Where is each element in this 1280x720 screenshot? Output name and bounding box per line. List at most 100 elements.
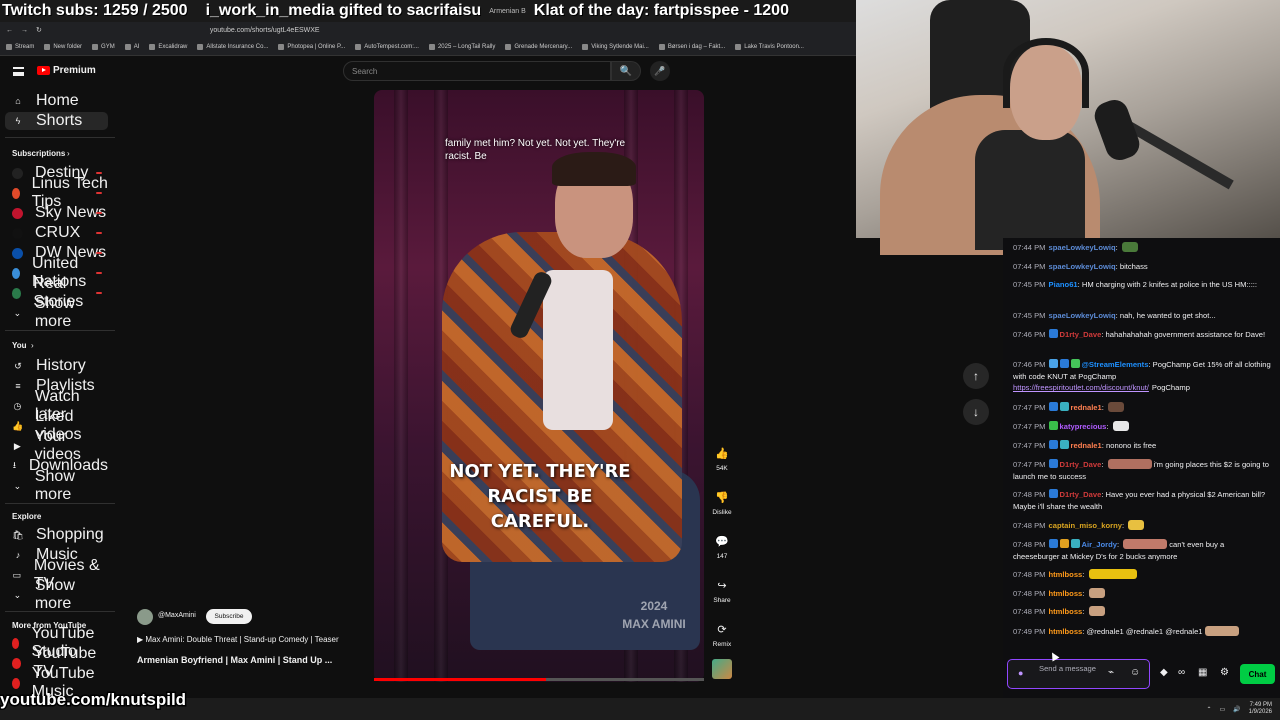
bookmark-item[interactable]: Allstate Insurance Co...	[197, 43, 268, 50]
you-header[interactable]: You	[12, 341, 27, 350]
back-icon[interactable]: ←	[6, 27, 13, 34]
bookmark-item[interactable]: Stream	[6, 43, 34, 50]
chat-username[interactable]: captain_miso_korny	[1049, 521, 1122, 530]
chevron-right-icon[interactable]: ›	[31, 341, 34, 350]
bookmark-label: GYM	[101, 43, 115, 50]
voice-search-button[interactable]: 🎤	[650, 61, 670, 81]
bookmark-item[interactable]: Photopea | Online P...	[278, 43, 345, 50]
chat-username[interactable]: htmlboss	[1049, 607, 1083, 616]
youtube-logo[interactable]: Premium	[37, 65, 96, 76]
link-icon[interactable]: ∞	[1178, 667, 1185, 678]
sidebar-item-crux[interactable]: CRUX	[5, 224, 108, 242]
share-button[interactable]: ↪ Share	[707, 575, 737, 605]
bits-icon[interactable]: ◆	[1160, 667, 1168, 678]
chat-username[interactable]: Air_Jordy	[1082, 540, 1117, 549]
stream-overlay-top: Twitch subs: 1259 / 2500 i_work_in_media…	[0, 0, 856, 22]
chat-username[interactable]: rednale1	[1071, 403, 1102, 412]
bookmark-item[interactable]: Viking Sytlende Mai...	[582, 43, 649, 50]
chat-username[interactable]: Piano61	[1049, 280, 1078, 289]
chat-link[interactable]: https://freespiritoutlet.com/discount/kn…	[1013, 383, 1149, 392]
video-title[interactable]: Armenian Boyfriend | Max Amini | Stand U…	[137, 655, 332, 665]
translate-icon[interactable]: ⌁	[1108, 667, 1114, 678]
chat-message: 07:46 PM D1rty_Dave: hahahahahah governme…	[1013, 329, 1271, 341]
remix-sound-thumbnail[interactable]	[712, 659, 732, 679]
taskbar-clock[interactable]: 7:49 PM 1/9/2026	[1249, 702, 1272, 716]
sidebar-item-linus-tech-tips[interactable]: Linus Tech Tips	[5, 175, 108, 210]
remix-button[interactable]: ⟳ Remix	[707, 619, 737, 649]
menu-icon[interactable]	[13, 67, 24, 76]
network-icon[interactable]: ▭	[1219, 706, 1225, 713]
subscriptions-header[interactable]: Subscriptions	[12, 149, 65, 158]
chat-username[interactable]: spaeLowkeyLowiq	[1049, 262, 1116, 271]
chat-username[interactable]: @StreamElements	[1082, 360, 1149, 369]
chat-timestamp: 07:47 PM	[1013, 460, 1046, 469]
bookmark-item[interactable]: Børsen i dag – Fakt...	[658, 43, 725, 50]
sidebar-item-shorts[interactable]: ϟ Shorts	[5, 112, 108, 130]
chat-username[interactable]: htmlboss	[1049, 627, 1083, 636]
chat-username[interactable]: D1rty_Dave	[1060, 490, 1102, 499]
browser-address-bar[interactable]: ← → ↻ youtube.com/shorts/ugtL4eESWXE	[0, 22, 856, 38]
search-button[interactable]: 🔍	[611, 61, 641, 81]
bookmark-item[interactable]: Grenade Mercenary...	[505, 43, 573, 50]
bookmark-label: Excalidraw	[158, 43, 188, 50]
sidebar-item-sky-news[interactable]: Sky News	[5, 204, 108, 222]
sidebar-item-show-more[interactable]: ⌄ Show more	[5, 295, 108, 330]
chat-message: 07:47 PM D1rty_Dave: i'm going places thi…	[1013, 459, 1271, 482]
user-badge-icon	[1048, 421, 1058, 430]
chat-username[interactable]: rednale1	[1071, 441, 1102, 450]
search-input[interactable]: Search	[343, 61, 611, 81]
bookmark-item[interactable]: New folder	[44, 43, 82, 50]
bookmark-icon	[582, 43, 589, 50]
sidebar-item-shopping[interactable]: 🛍 Shopping	[5, 526, 108, 544]
video-watermark: 2024 MAX AMINI	[622, 597, 686, 633]
chat-emote	[1108, 402, 1124, 412]
gift-icon[interactable]: ▦	[1198, 667, 1207, 678]
sidebar-item-youtube-music[interactable]: YouTube Music	[5, 665, 108, 700]
sidebar-item-your-videos[interactable]: ▶ Your videos	[5, 428, 108, 463]
chat-username[interactable]: htmlboss	[1049, 570, 1083, 579]
playlist-link[interactable]: ▶ Max Amini: Double Threat | Stand-up Co…	[137, 635, 339, 644]
channel-avatar[interactable]	[137, 609, 153, 625]
next-short-button[interactable]: ↓	[963, 399, 989, 425]
video-progress-bar[interactable]	[374, 678, 704, 681]
sidebar-item-show-more[interactable]: ⌄ Show more	[5, 577, 108, 612]
chevron-right-icon[interactable]: ›	[67, 149, 70, 158]
arrow-up-icon: ↑	[973, 369, 979, 383]
bookmark-item[interactable]: GYM	[92, 43, 115, 50]
bookmark-item[interactable]: Lake Travis Pontoon...	[735, 43, 804, 50]
channel-name[interactable]: @MaxAmini	[158, 612, 196, 619]
chat-username[interactable]: D1rty_Dave	[1060, 330, 1102, 339]
chat-username[interactable]: D1rty_Dave	[1060, 460, 1102, 469]
sidebar-item-home[interactable]: ⌂ Home	[5, 92, 108, 110]
emote-picker-icon[interactable]: ☺	[1130, 667, 1140, 678]
bookmark-item[interactable]: Excalidraw	[149, 43, 188, 50]
volume-icon[interactable]: 🔊	[1233, 706, 1240, 713]
chat-username[interactable]: spaeLowkeyLowiq	[1049, 311, 1116, 320]
bookmark-icon	[355, 43, 362, 50]
reload-icon[interactable]: ↻	[36, 26, 42, 34]
chat-send-button[interactable]: Chat	[1240, 664, 1275, 684]
sidebar-item-label: YouTube Music	[31, 665, 95, 700]
forward-icon[interactable]: →	[21, 27, 28, 34]
comment-button[interactable]: 💬 147	[707, 531, 737, 561]
microphone-icon[interactable]: ●	[1018, 668, 1023, 678]
subscribe-button[interactable]: Subscribe	[206, 609, 252, 624]
chat-username[interactable]: spaeLowkeyLowiq	[1049, 243, 1116, 252]
tray-chevron-icon[interactable]: ⌃	[1206, 706, 1211, 713]
chat-username[interactable]: htmlboss	[1049, 589, 1083, 598]
bookmark-item[interactable]: AI	[124, 43, 139, 50]
dislike-button[interactable]: 👎 Dislike	[707, 487, 737, 517]
channel-avatar-icon	[12, 207, 23, 219]
chat-username[interactable]: katyprecious	[1060, 422, 1107, 431]
bookmark-label: Grenade Mercenary...	[514, 43, 573, 50]
sidebar-item-history[interactable]: ↺ History	[5, 357, 108, 375]
sidebar-item-show-more[interactable]: ⌄ Show more	[5, 468, 108, 503]
sidebar-item-label: Show more	[34, 577, 75, 612]
bookmark-item[interactable]: 2025 – LongTail Rally	[428, 43, 495, 50]
like-button[interactable]: 👍 54K	[707, 443, 737, 473]
bookmark-item[interactable]: AutoTempest.com:...	[355, 43, 419, 50]
url-text[interactable]: youtube.com/shorts/ugtL4eESWXE	[210, 27, 320, 34]
sidebar-item-label: Shorts	[36, 112, 83, 129]
previous-short-button[interactable]: ↑	[963, 363, 989, 389]
gear-icon[interactable]: ⚙	[1220, 667, 1229, 678]
